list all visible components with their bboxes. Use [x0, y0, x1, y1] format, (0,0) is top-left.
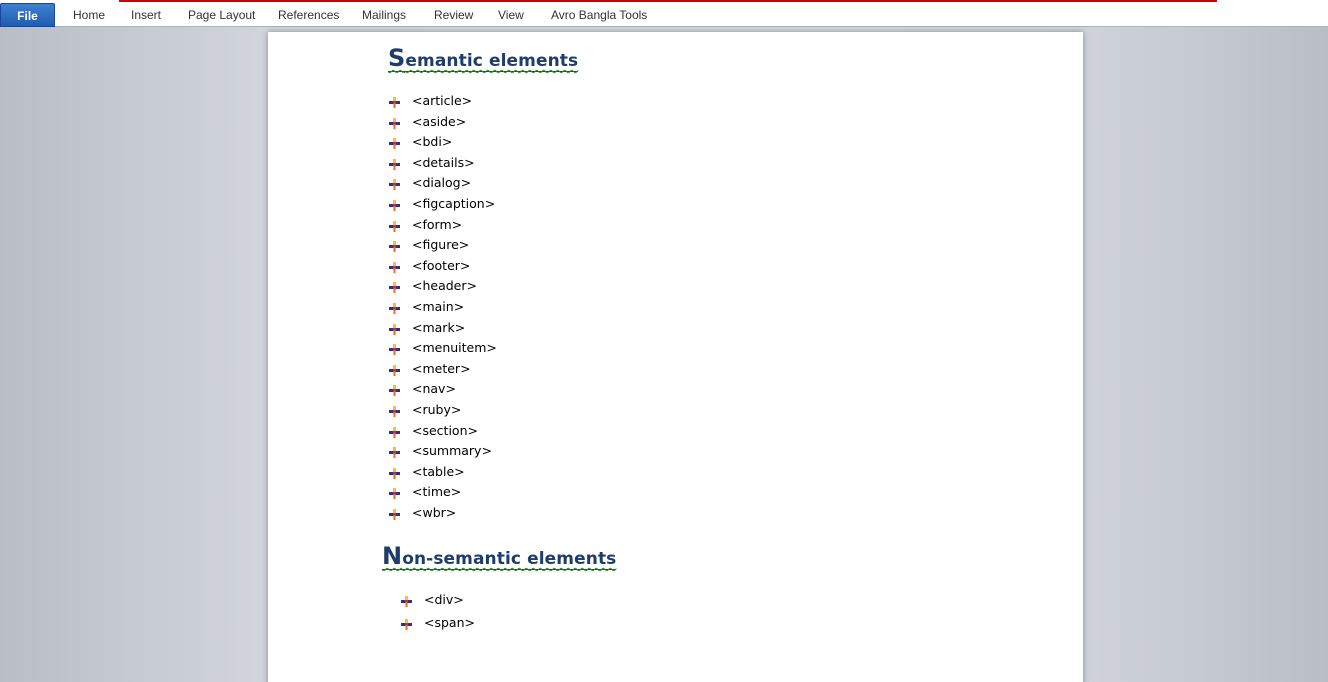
list-item-text: <time> — [412, 484, 462, 500]
list-item-text: <aside> — [412, 113, 467, 129]
list-item-text: <wbr> — [412, 504, 457, 520]
bullet-icon — [389, 259, 400, 273]
bullet-icon — [401, 614, 412, 630]
list-item-text: <menuitem> — [412, 340, 497, 356]
heading-non-semantic-elements: Non-semantic elements — [382, 544, 617, 570]
tab-view[interactable]: View — [498, 4, 524, 26]
list-item-text: <span> — [424, 615, 475, 630]
tab-insert[interactable]: Insert — [131, 4, 161, 26]
bullet-icon — [389, 300, 400, 314]
bullet-icon — [389, 238, 400, 253]
list-item-text: <mark> — [412, 319, 466, 335]
list-item-text: <figcaption> — [412, 195, 496, 211]
tab-home[interactable]: Home — [73, 4, 105, 26]
bullet-icon — [389, 321, 400, 335]
list-item-text: <nav> — [412, 381, 456, 397]
bullet-icon — [389, 94, 400, 108]
tab-mailings[interactable]: Mailings — [362, 4, 406, 26]
heading-initial: N — [382, 542, 403, 570]
bullet-icon — [389, 176, 400, 191]
ribbon-accent-line — [119, 0, 1217, 2]
list-item-text: <header> — [412, 278, 477, 294]
bullet-icon — [389, 218, 400, 232]
bullet-icon — [389, 279, 400, 294]
tab-file[interactable]: File — [0, 3, 55, 27]
tab-avro-bangla-tools[interactable]: Avro Bangla Tools — [551, 4, 647, 26]
bullet-icon — [401, 591, 412, 607]
list-item-text: <form> — [412, 216, 463, 232]
bullet-icon — [389, 506, 400, 520]
list-item-text: <main> — [412, 298, 465, 314]
bullet-icon — [389, 403, 400, 417]
bullet-icon — [389, 382, 400, 397]
list-item-text: <meter> — [412, 360, 471, 376]
bullet-icon — [389, 156, 400, 170]
list-item-text: <ruby> — [412, 401, 462, 417]
list-item-text: <dialog> — [412, 175, 472, 191]
list-item-text: <div> — [424, 592, 464, 607]
list-item-text: <article> — [412, 93, 473, 108]
bullet-icon — [389, 444, 400, 459]
heading-text: on-semantic elements — [402, 549, 617, 569]
bullet-icon — [389, 135, 400, 150]
tab-review[interactable]: Review — [434, 4, 473, 26]
list-item-text: <bdi> — [412, 134, 453, 150]
bullet-icon — [389, 485, 400, 500]
bullet-icon — [389, 115, 400, 129]
list-item-text: <footer> — [412, 257, 471, 273]
list-item-text: <summary> — [412, 443, 492, 459]
bullet-icon — [389, 341, 400, 356]
list-item-text: <details> — [412, 154, 475, 170]
heading-semantic-elements: Semantic elements — [388, 46, 579, 72]
bullet-icon — [389, 465, 400, 479]
heading-initial: S — [388, 44, 406, 72]
bullet-icon — [389, 197, 400, 211]
list-item-text: <figure> — [412, 237, 470, 253]
bullet-icon — [389, 362, 400, 376]
ribbon-tab-bar: File Home Insert Page Layout References … — [0, 0, 1328, 27]
document-workspace: Semantic elements <article> <aside> <bdi> <… — [0, 27, 1328, 682]
document-page[interactable]: Semantic elements <article> <aside> <bdi> <… — [268, 32, 1083, 682]
bullet-icon — [389, 424, 400, 438]
heading-text: emantic elements — [405, 51, 579, 71]
list-item-text: <section> — [412, 422, 478, 438]
tab-page-layout[interactable]: Page Layout — [188, 4, 255, 26]
tab-references[interactable]: References — [278, 4, 339, 26]
list-item-text: <table> — [412, 463, 465, 479]
